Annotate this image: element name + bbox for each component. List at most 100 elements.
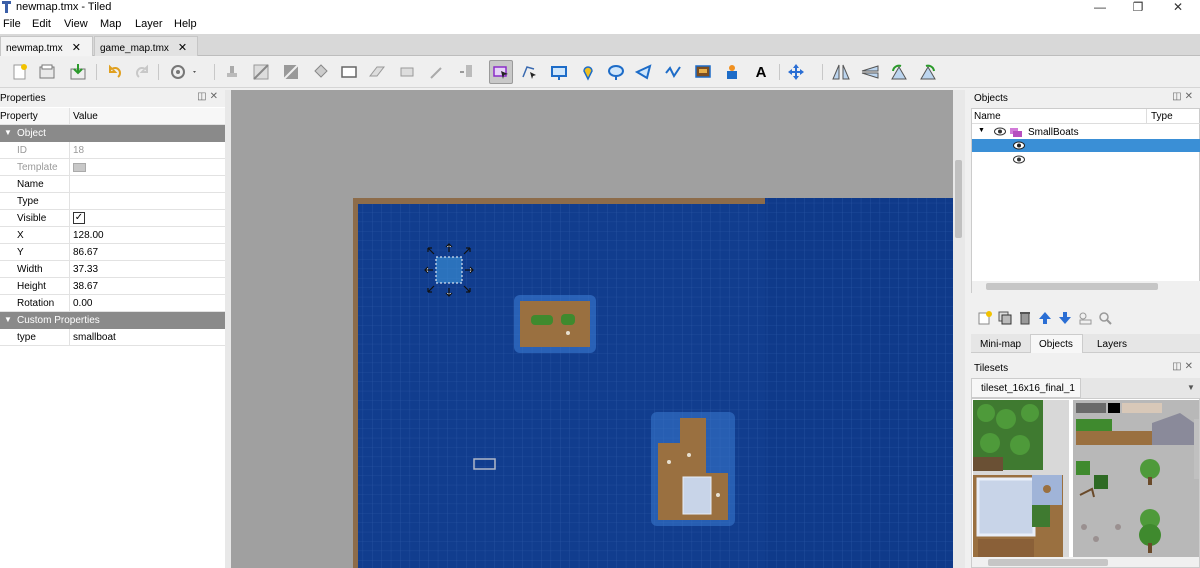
close-button[interactable]: ✕	[1164, 0, 1192, 16]
dock-float-close-icon[interactable]: ◫✕	[1172, 361, 1196, 372]
property-row-width[interactable]: Width 37.33	[0, 261, 225, 278]
property-row-template[interactable]: Template	[0, 159, 225, 176]
property-value[interactable]: smallboat	[73, 332, 116, 343]
expand-arrow-icon[interactable]: ▼	[978, 127, 985, 134]
flip-horizontal-icon[interactable]	[831, 62, 851, 82]
tileset-dropdown-icon[interactable]: ▼	[1187, 383, 1195, 392]
tree-row-object-selected[interactable]	[972, 139, 1200, 152]
menu-layer[interactable]: Layer	[135, 18, 163, 30]
move-down-icon[interactable]	[1057, 310, 1073, 326]
add-object-layer-icon[interactable]	[977, 310, 993, 326]
edit-polygons-icon[interactable]	[519, 62, 539, 82]
property-row-y[interactable]: Y 86.67	[0, 244, 225, 261]
duplicate-object-icon[interactable]	[997, 310, 1013, 326]
tileset-view[interactable]	[971, 398, 1200, 568]
menu-edit[interactable]: Edit	[32, 18, 51, 30]
flip-vertical-icon[interactable]	[860, 62, 880, 82]
property-value[interactable]	[73, 162, 86, 173]
select-objects-icon[interactable]	[489, 60, 513, 84]
move-icon[interactable]	[786, 62, 806, 82]
property-row-rotation[interactable]: Rotation 0.00	[0, 295, 225, 312]
move-to-layer-icon[interactable]	[1077, 310, 1093, 326]
selected-object[interactable]	[424, 243, 474, 297]
property-group-custom[interactable]: ▼ Custom Properties	[0, 312, 225, 329]
eye-icon[interactable]	[1013, 141, 1025, 150]
tileset-image[interactable]	[972, 399, 1200, 568]
property-row-type[interactable]: Type	[0, 193, 225, 210]
menu-map[interactable]: Map	[100, 18, 121, 30]
rotate-left-icon[interactable]	[889, 62, 909, 82]
magic-wand-icon[interactable]	[427, 62, 447, 82]
tab-objects[interactable]: Objects	[1030, 334, 1083, 353]
open-icon[interactable]	[37, 62, 57, 82]
delete-object-icon[interactable]	[1017, 310, 1033, 326]
menu-help[interactable]: Help	[174, 18, 197, 30]
tree-row-object[interactable]	[972, 152, 1200, 166]
insert-polyline-icon[interactable]	[663, 62, 683, 82]
tab-tileset[interactable]: tileset_16x16_final_1	[971, 378, 1081, 398]
property-value[interactable]: 37.33	[73, 264, 98, 275]
tab-mini-map[interactable]: Mini-map	[971, 334, 1026, 353]
rect-select-icon[interactable]	[397, 62, 417, 82]
select-same-tile-icon[interactable]	[456, 62, 476, 82]
move-up-icon[interactable]	[1037, 310, 1053, 326]
property-group-object[interactable]: ▼ Object	[0, 125, 225, 142]
map-vertical-scrollbar[interactable]	[953, 90, 965, 568]
terrain-brush-icon[interactable]	[251, 62, 271, 82]
insert-tile-icon[interactable]	[693, 62, 713, 82]
menu-file[interactable]: File	[3, 18, 21, 30]
insert-template-icon[interactable]	[722, 62, 742, 82]
save-icon[interactable]	[68, 62, 88, 82]
bucket-fill-icon[interactable]	[310, 62, 330, 82]
tab-layers[interactable]: Layers	[1085, 334, 1135, 353]
objects-horizontal-scrollbar[interactable]	[972, 281, 1200, 293]
tab-game-map[interactable]: game_map.tmx ✕	[94, 36, 198, 56]
template-swatch-icon[interactable]	[73, 162, 86, 172]
objects-tree[interactable]: Name Type ▼ SmallBoats	[971, 108, 1200, 293]
restore-button[interactable]: ❐	[1124, 0, 1152, 16]
property-row-visible[interactable]: Visible ✓	[0, 210, 225, 227]
tab-close-icon[interactable]: ✕	[178, 41, 187, 54]
redo-icon[interactable]	[132, 62, 152, 82]
insert-text-icon[interactable]: A	[751, 62, 771, 82]
scrollbar-thumb[interactable]	[986, 283, 1158, 290]
tree-row-smallboats-layer[interactable]: ▼ SmallBoats	[972, 125, 1200, 139]
menu-view[interactable]: View	[64, 18, 88, 30]
tile-map[interactable]	[231, 90, 953, 568]
collapse-arrow-icon[interactable]: ▼	[4, 315, 12, 324]
tab-newmap[interactable]: newmap.tmx ✕	[0, 36, 93, 56]
visible-checkbox[interactable]: ✓	[73, 212, 85, 224]
shape-fill-icon[interactable]	[339, 62, 359, 82]
undo-icon[interactable]	[105, 62, 125, 82]
dock-float-close-icon[interactable]: ◫✕	[1172, 91, 1196, 102]
property-row-id[interactable]: ID 18	[0, 142, 225, 159]
insert-rectangle-icon[interactable]	[549, 62, 569, 82]
eye-icon[interactable]	[1013, 155, 1025, 164]
rotate-right-icon[interactable]	[918, 62, 938, 82]
property-row-name[interactable]: Name	[0, 176, 225, 193]
commands-icon[interactable]	[168, 62, 200, 82]
property-row-x[interactable]: X 128.00	[0, 227, 225, 244]
collapse-arrow-icon[interactable]: ▼	[4, 128, 12, 137]
object-properties-icon[interactable]	[1097, 310, 1113, 326]
property-row-type[interactable]: type smallboat	[0, 329, 225, 346]
property-value[interactable]: 86.67	[73, 247, 98, 258]
scrollbar-thumb[interactable]	[955, 160, 962, 238]
stamp-brush-icon[interactable]	[222, 62, 242, 82]
eye-icon[interactable]	[994, 127, 1006, 136]
eraser-icon[interactable]	[367, 62, 387, 82]
map-canvas[interactable]	[231, 90, 953, 568]
insert-point-icon[interactable]	[578, 62, 598, 82]
tab-close-icon[interactable]: ✕	[72, 41, 81, 54]
property-value[interactable]: 128.00	[73, 230, 104, 241]
property-value[interactable]: 38.67	[73, 281, 98, 292]
insert-ellipse-icon[interactable]	[606, 62, 626, 82]
minimize-button[interactable]: —	[1086, 0, 1114, 16]
insert-polygon-icon[interactable]	[634, 62, 654, 82]
property-row-height[interactable]: Height 38.67	[0, 278, 225, 295]
wang-brush-icon[interactable]	[281, 62, 301, 82]
property-value[interactable]: 0.00	[73, 298, 92, 309]
dock-float-close-icon[interactable]: ◫✕	[197, 91, 221, 102]
property-value[interactable]: 18	[73, 145, 84, 156]
new-map-icon[interactable]	[10, 62, 30, 82]
